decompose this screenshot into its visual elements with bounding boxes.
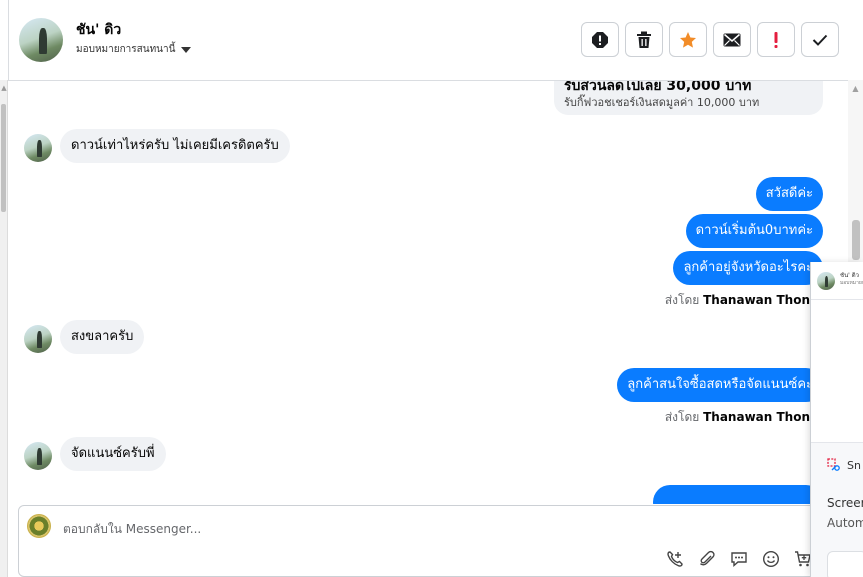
contact-avatar[interactable] xyxy=(24,325,52,353)
mail-icon xyxy=(723,33,741,46)
overlay-body xyxy=(811,300,863,442)
snipping-app-name: Sn xyxy=(847,458,861,472)
attach-button[interactable] xyxy=(697,549,717,569)
trash-icon xyxy=(637,31,651,48)
saved-reply-button[interactable] xyxy=(729,549,749,569)
mark-unread-button[interactable] xyxy=(713,22,751,57)
message-thread[interactable]: รับส่วนลดไปเลย 30,000 บาท รับกิ๊ฟวอชเชอร… xyxy=(9,81,848,504)
page-avatar xyxy=(27,514,51,538)
sent-by-prefix: ส่งโดย xyxy=(664,293,700,307)
emoji-icon xyxy=(762,550,780,568)
inbox-window: ▲ ชัน' ดิว มอบหมายการสนทนานี้ รับส่วนลดไ… xyxy=(0,0,863,577)
contact-avatar[interactable] xyxy=(24,442,52,470)
outgoing-message-partial[interactable] xyxy=(653,485,823,504)
mark-spam-button[interactable] xyxy=(581,22,619,57)
mark-spam-icon xyxy=(592,31,608,48)
overlay-assign-label: มอบหมายการ xyxy=(840,280,863,286)
follow-up-button[interactable] xyxy=(757,22,795,57)
caret-down-icon xyxy=(181,46,192,53)
assign-conversation-dropdown[interactable]: มอบหมายการสนทนานี้ xyxy=(76,42,192,57)
incoming-message[interactable]: ดาวน์เท่าไหร่ครับ ไม่เคยมีเครดิตครับ xyxy=(60,129,290,163)
outgoing-message[interactable]: ลูกค้าสนใจซื้อสดหรือจัดแนนซ์คะ xyxy=(617,368,823,402)
sent-by-label: ส่งโดย Thanawan Thon xyxy=(665,291,810,310)
sent-by-label: ส่งโดย Thanawan Thon xyxy=(665,408,810,427)
reply-input[interactable]: ตอบกลับใน Messenger... xyxy=(63,520,201,539)
scrollbar-thumb[interactable] xyxy=(1,104,6,212)
scroll-up-arrow-icon[interactable]: ▲ xyxy=(848,84,863,93)
snipping-app-row: Sn xyxy=(827,458,861,472)
star-icon xyxy=(680,31,696,48)
outgoing-message[interactable]: สวัสดีค่ะ xyxy=(755,177,823,211)
notification-body: Autom xyxy=(827,516,863,530)
outgoing-message[interactable]: ลูกค้าอยู่จังหวัดอะไรคะ xyxy=(673,251,823,285)
saved-reply-icon xyxy=(731,552,747,568)
assign-label: มอบหมายการสนทนานี้ xyxy=(76,44,176,55)
check-icon xyxy=(812,34,828,46)
contact-avatar[interactable] xyxy=(19,18,63,62)
scrollbar-thumb[interactable] xyxy=(852,220,860,260)
mark-done-button[interactable] xyxy=(801,22,839,57)
star-button[interactable] xyxy=(669,22,707,57)
promo-title: รับส่วนลดไปเลย 30,000 บาท xyxy=(564,81,752,94)
conversation-header: ชัน' ดิว มอบหมายการสนทนานี้ xyxy=(8,0,863,81)
contact-name[interactable]: ชัน' ดิว xyxy=(76,19,121,41)
conversation-toolbar xyxy=(581,22,839,57)
emoji-button[interactable] xyxy=(761,549,781,569)
promo-subtitle: รับกิ๊ฟวอชเชอร์เงินสดมูลค่า 10,000 บาท xyxy=(564,96,760,109)
overlay-header: ชัน' ดิว มอบหมายการ xyxy=(811,262,863,300)
notification-title: Screer xyxy=(827,496,863,510)
snipping-notification[interactable]: Sn Screer Autom xyxy=(811,442,863,577)
left-scrollbar[interactable]: ▲ xyxy=(0,80,8,577)
scroll-up-arrow-icon[interactable]: ▲ xyxy=(0,84,8,92)
contact-avatar[interactable] xyxy=(24,134,52,162)
incoming-message[interactable]: สงขลาครับ xyxy=(60,320,145,354)
notification-preview[interactable] xyxy=(827,551,863,577)
add-contact-icon xyxy=(667,551,683,567)
reply-composer[interactable]: ตอบกลับใน Messenger... xyxy=(18,505,818,577)
attach-icon xyxy=(699,550,715,566)
delete-button[interactable] xyxy=(625,22,663,57)
composer-actions xyxy=(665,549,813,569)
sent-by-prefix: ส่งโดย xyxy=(664,410,700,424)
floating-overlay-panel[interactable]: ชัน' ดิว มอบหมายการ Sn Screer Autom xyxy=(810,262,863,577)
incoming-message[interactable]: จัดแนนซ์ครับพี่ xyxy=(60,437,166,471)
follow-up-icon xyxy=(774,31,778,48)
contact-avatar xyxy=(817,272,835,290)
sent-by-agent: Thanawan Thon xyxy=(703,410,810,424)
snipping-tool-icon xyxy=(827,458,840,471)
promo-message-card: รับส่วนลดไปเลย 30,000 บาท รับกิ๊ฟวอชเชอร… xyxy=(554,81,823,115)
add-contact-button[interactable] xyxy=(665,549,685,569)
outgoing-message[interactable]: ดาวน์เริ่มต้น0บาทค่ะ xyxy=(685,214,823,248)
sent-by-agent: Thanawan Thon xyxy=(703,293,810,307)
